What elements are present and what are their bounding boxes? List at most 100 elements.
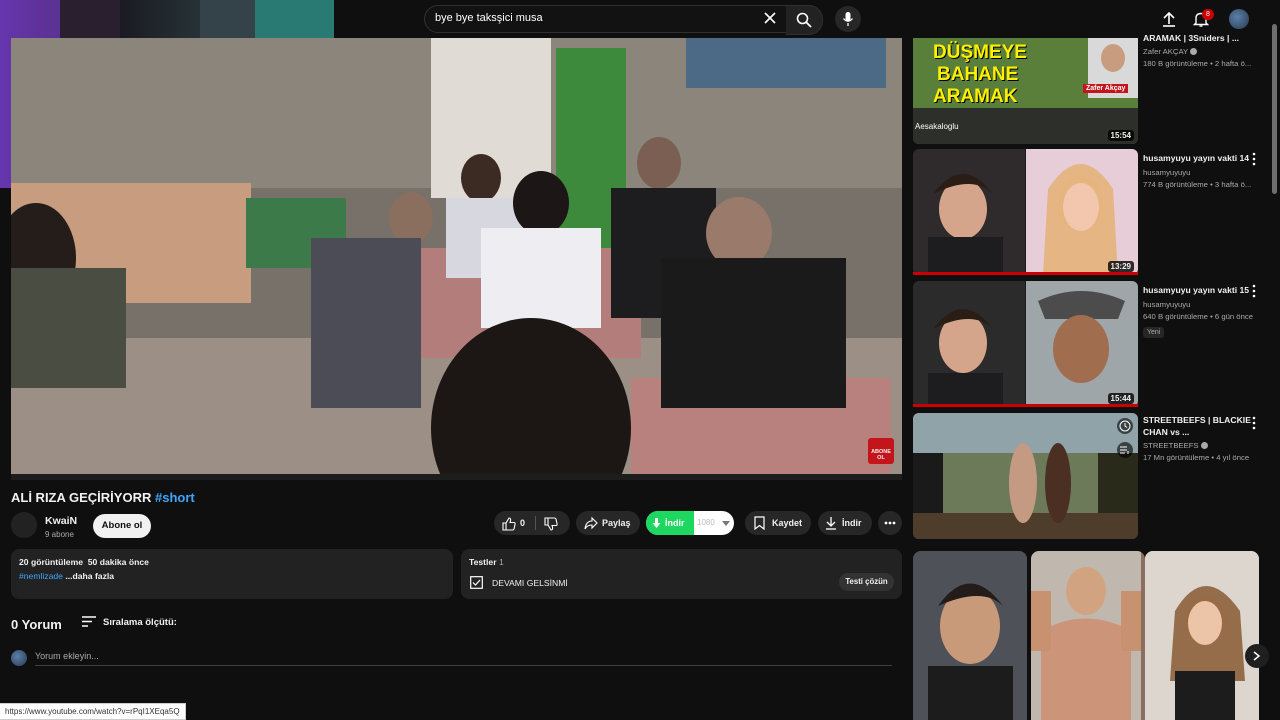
- channel-name[interactable]: KwaiN: [45, 515, 77, 527]
- recommended-channel[interactable]: STREETBEEFS: [1143, 441, 1258, 450]
- shorts-art: [1145, 551, 1259, 720]
- add-to-queue-button[interactable]: [1117, 442, 1133, 458]
- solve-quiz-button[interactable]: Testi çözün: [839, 573, 894, 591]
- chevron-down-icon[interactable]: [722, 521, 730, 526]
- quality-select[interactable]: 1080: [697, 511, 715, 535]
- save-label: Kaydet: [772, 518, 803, 528]
- subscribe-watermark[interactable]: ABONE OL: [868, 438, 894, 464]
- shorts-next-button[interactable]: [1245, 644, 1269, 668]
- search-button[interactable]: [786, 5, 823, 35]
- green-download-label: İndir: [665, 518, 685, 528]
- description-line: #nemlizade ...daha fazla: [19, 571, 114, 581]
- watched-progress: [913, 272, 1138, 275]
- verified-icon: [1190, 48, 1198, 56]
- recommended-channel-name[interactable]: Zafer AKÇAY: [1143, 47, 1188, 56]
- recommended-meta: 180 B görüntüleme • 2 hafta ö...: [1143, 59, 1252, 68]
- green-download-button[interactable]: İndir: [646, 511, 694, 535]
- verified-icon: [1200, 442, 1208, 450]
- search-query[interactable]: bye bye taksşici musa: [435, 12, 543, 24]
- download-icon: [826, 517, 836, 530]
- recommended-info[interactable]: husamyuyu yayın vakti 14 husamyuyuyu 774…: [1143, 152, 1258, 189]
- recommended-title[interactable]: husamyuyu yayın vakti 15: [1143, 284, 1258, 296]
- share-button[interactable]: Paylaş: [576, 511, 640, 535]
- clear-search-icon[interactable]: [760, 8, 780, 28]
- quiz-count: 1: [498, 557, 504, 567]
- shorts-thumbnail[interactable]: [1031, 551, 1145, 720]
- description-hashtag-link[interactable]: #nemlizade: [19, 571, 63, 581]
- recommended-thumbnail[interactable]: 13:29: [913, 149, 1138, 275]
- shorts-thumbnail[interactable]: [1145, 551, 1259, 720]
- share-label: Paylaş: [602, 518, 631, 528]
- channel-avatar[interactable]: [11, 512, 37, 538]
- page-scrollbar[interactable]: [1272, 24, 1277, 194]
- thumbs-up-icon: [502, 517, 516, 531]
- video-duration: 15:54: [1107, 130, 1134, 141]
- recommended-thumbnail[interactable]: 15:44: [913, 281, 1138, 407]
- recommended-channel-name[interactable]: husamyuyuyu: [1143, 300, 1258, 309]
- download-arrow-icon: [652, 518, 661, 528]
- recommended-info[interactable]: ARAMAK | 3Sniders | ... Zafer AKÇAY 180 …: [1143, 32, 1258, 68]
- thumbnail-title: DÜŞMEYE BAHANE ARAMAK: [933, 42, 1027, 108]
- search-icon: [796, 12, 812, 28]
- bookmark-icon: [754, 516, 765, 530]
- recommended-channel[interactable]: Zafer AKÇAY: [1143, 47, 1258, 56]
- recommended-channel-name[interactable]: STREETBEEFS: [1143, 441, 1199, 450]
- recommended-thumbnail[interactable]: [913, 413, 1138, 539]
- recommended-info[interactable]: STREETBEEFS | BLACKIE CHAN vs ... STREET…: [1143, 414, 1258, 462]
- like-count: 0: [520, 518, 526, 528]
- recommended-title[interactable]: husamyuyu yayın vakti 14: [1143, 152, 1258, 164]
- save-button[interactable]: Kaydet: [745, 511, 811, 535]
- account-avatar[interactable]: [1229, 9, 1249, 29]
- description-box[interactable]: 20 görüntüleme 50 dakika önce #nemlizade…: [11, 549, 453, 599]
- upload-icon: [1163, 11, 1175, 27]
- video-player[interactable]: ABONE OL: [11, 38, 902, 474]
- like-button[interactable]: [502, 516, 516, 540]
- chevron-right-icon: [1253, 651, 1261, 661]
- download-label: İndir: [842, 518, 862, 528]
- quiz-question: DEVAMI GELSİNMİ: [492, 578, 568, 588]
- recommended-title[interactable]: STREETBEEFS | BLACKIE CHAN vs ...: [1143, 414, 1258, 438]
- clock-icon: [1119, 420, 1131, 432]
- more-vertical-icon[interactable]: [1250, 416, 1258, 430]
- view-stats: 20 görüntüleme 50 dakika önce: [19, 557, 149, 567]
- sort-button[interactable]: Sıralama ölçütü:: [103, 617, 177, 628]
- quiz-box: Testler 1 DEVAMI GELSİNMİ Testi çözün: [461, 549, 902, 599]
- recommended-channel-name[interactable]: husamyuyuyu: [1143, 168, 1258, 177]
- thumbnail-author: Aesakaloglu: [915, 122, 959, 131]
- checkbox-icon: [470, 576, 483, 589]
- microphone-icon: [842, 12, 854, 26]
- recommended-thumbnail[interactable]: DÜŞMEYE BAHANE ARAMAK Zafer Akçay Aesaka…: [913, 38, 1138, 144]
- video-duration: 15:44: [1107, 393, 1134, 404]
- thumbnail-name-tag: Zafer Akçay: [1083, 84, 1129, 93]
- watch-later-button[interactable]: [1117, 418, 1133, 434]
- comment-input[interactable]: Yorum ekleyin...: [35, 651, 99, 661]
- download-extension-group: İndir 1080: [646, 511, 734, 535]
- download-button[interactable]: İndir: [818, 511, 872, 535]
- more-vertical-icon[interactable]: [1250, 152, 1258, 166]
- sort-icon[interactable]: [82, 616, 96, 627]
- thumbnail-text-1: DÜŞMEYE: [933, 42, 1027, 63]
- notification-count-badge: 8: [1202, 9, 1214, 20]
- dislike-button[interactable]: [544, 516, 558, 540]
- voice-search-button[interactable]: [835, 6, 861, 32]
- progress-bar[interactable]: [11, 474, 902, 480]
- subscriber-count: 9 abone: [45, 530, 74, 539]
- search-input[interactable]: bye bye taksşici musa: [424, 5, 788, 33]
- more-horizontal-icon: [884, 521, 896, 525]
- video-hashtag-link[interactable]: #short: [155, 490, 195, 505]
- upload-button[interactable]: [1158, 8, 1180, 30]
- like-divider: [535, 516, 536, 530]
- thumbnail-art: [913, 413, 1138, 539]
- watched-progress: [913, 404, 1138, 407]
- recommended-meta: 17 Mn görüntüleme • 4 yıl önce: [1143, 453, 1250, 462]
- show-more-link[interactable]: ...daha fazla: [63, 571, 114, 581]
- more-vertical-icon[interactable]: [1250, 284, 1258, 298]
- like-dislike-group: 0: [494, 511, 570, 535]
- shorts-thumbnail[interactable]: [913, 551, 1027, 720]
- recommended-title[interactable]: ARAMAK | 3Sniders | ...: [1143, 32, 1258, 44]
- video-duration: 13:29: [1107, 261, 1134, 272]
- shorts-art: [1031, 551, 1141, 720]
- recommended-info[interactable]: husamyuyu yayın vakti 15 husamyuyuyu 640…: [1143, 284, 1258, 339]
- subscribe-button[interactable]: Abone ol: [93, 514, 151, 538]
- more-actions-button[interactable]: [878, 511, 902, 535]
